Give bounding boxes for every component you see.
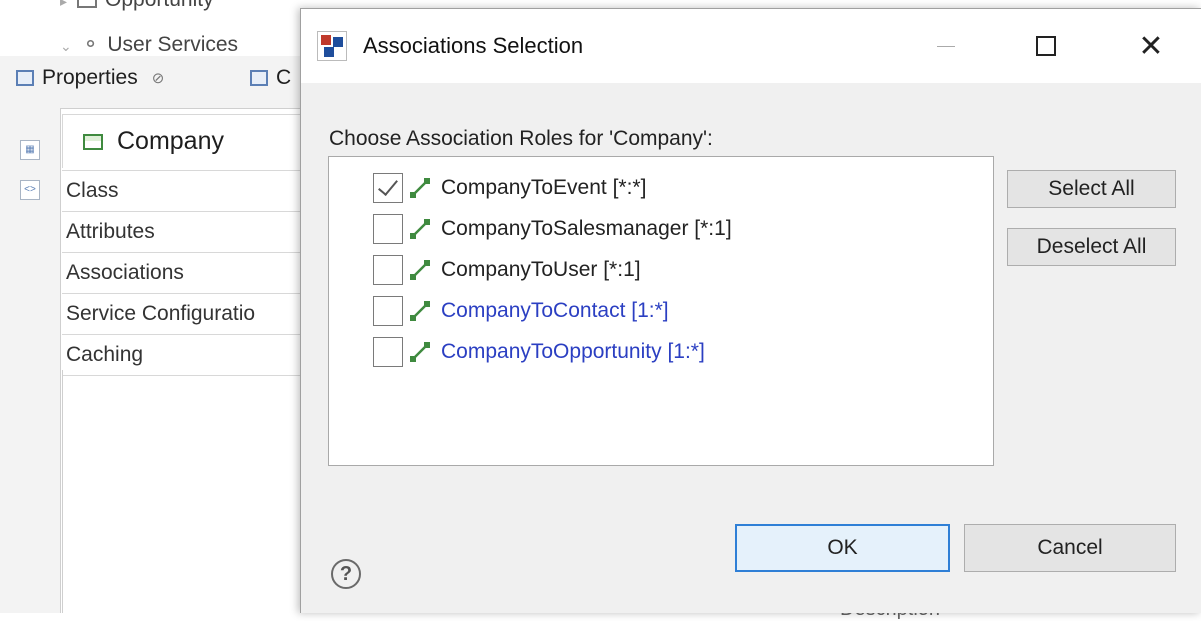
association-list[interactable]: CompanyToEvent [*:*] CompanyToSalesmanag… [328,156,994,466]
checkbox[interactable] [373,296,403,326]
help-icon[interactable]: ? [331,559,361,589]
section-associations[interactable]: Associations [62,252,302,293]
associations-selection-dialog: Associations Selection ✕ Choose Associat… [300,8,1201,613]
dialog-title: Associations Selection [363,33,584,58]
view-tab-bar: Properties ⊘ C [0,56,310,109]
section-class[interactable]: Class [62,170,302,211]
tab-label: C [276,66,292,89]
close-icon: ✕ [1138,29,1164,63]
tab-properties[interactable]: Properties ⊘ [16,66,164,90]
properties-side-tabs: ▦ <> [0,108,61,613]
association-icon [410,219,430,239]
list-item[interactable]: CompanyToSalesmanager [*:1] [373,212,732,246]
properties-icon [16,70,34,86]
checkbox[interactable] [373,255,403,285]
maximize-button[interactable] [1026,29,1066,63]
association-label: CompanyToEvent [*:*] [441,176,647,199]
expand-arrow-icon[interactable]: ⌄ [60,38,72,54]
maximize-icon [1036,36,1056,56]
tree-item-user-services[interactable]: ⌄ ⚬ User Services [60,32,238,57]
deselect-all-button[interactable]: Deselect All [1007,228,1176,266]
expand-arrow-icon[interactable]: ▸ [60,0,67,9]
properties-title: Company [62,114,302,168]
source-view-icon[interactable]: <> [20,180,40,200]
prompt-label: Choose Association Roles for 'Company': [329,127,713,150]
section-attributes[interactable]: Attributes [62,211,302,252]
ok-button[interactable]: OK [735,524,950,572]
list-item[interactable]: CompanyToOpportunity [1:*] [373,335,705,369]
table-view-icon[interactable]: ▦ [20,140,40,160]
association-icon [410,260,430,280]
close-button[interactable]: ✕ [1131,29,1171,63]
association-icon [410,342,430,362]
list-item[interactable]: CompanyToUser [*:1] [373,253,641,287]
class-icon [77,0,98,9]
minimize-button[interactable] [926,29,966,63]
tree-item-opportunity[interactable]: ▸ Opportunity [60,0,214,12]
divider [62,370,63,613]
user-icon: ⚬ [81,33,100,56]
app-logo-icon [317,31,347,61]
minimize-icon [937,45,955,47]
association-icon [410,301,430,321]
section-service-configuration[interactable]: Service Configuratio [62,293,302,334]
property-sections: Class Attributes Associations Service Co… [62,170,302,376]
checkbox[interactable] [373,337,403,367]
association-icon [410,178,430,198]
association-label: CompanyToUser [*:1] [441,258,641,281]
list-item[interactable]: CompanyToEvent [*:*] [373,171,646,205]
list-item[interactable]: CompanyToContact [1:*] [373,294,669,328]
association-label: CompanyToContact [1:*] [441,299,669,322]
checkbox[interactable] [373,214,403,244]
properties-title-label: Company [117,127,224,155]
cancel-button[interactable]: Cancel [964,524,1176,572]
tab-label: Properties [42,66,138,89]
close-icon[interactable]: ⊘ [152,69,165,87]
tab-console[interactable]: C [250,66,291,90]
tree-item-label: User Services [107,33,239,56]
console-icon [250,70,268,86]
association-label: CompanyToOpportunity [1:*] [441,340,705,363]
dialog-titlebar[interactable]: Associations Selection ✕ [301,9,1201,83]
section-caching[interactable]: Caching [62,334,302,376]
checkbox[interactable] [373,173,403,203]
tree-item-label: Opportunity [105,0,214,11]
class-icon [83,133,103,150]
association-label: CompanyToSalesmanager [*:1] [441,217,732,240]
select-all-button[interactable]: Select All [1007,170,1176,208]
